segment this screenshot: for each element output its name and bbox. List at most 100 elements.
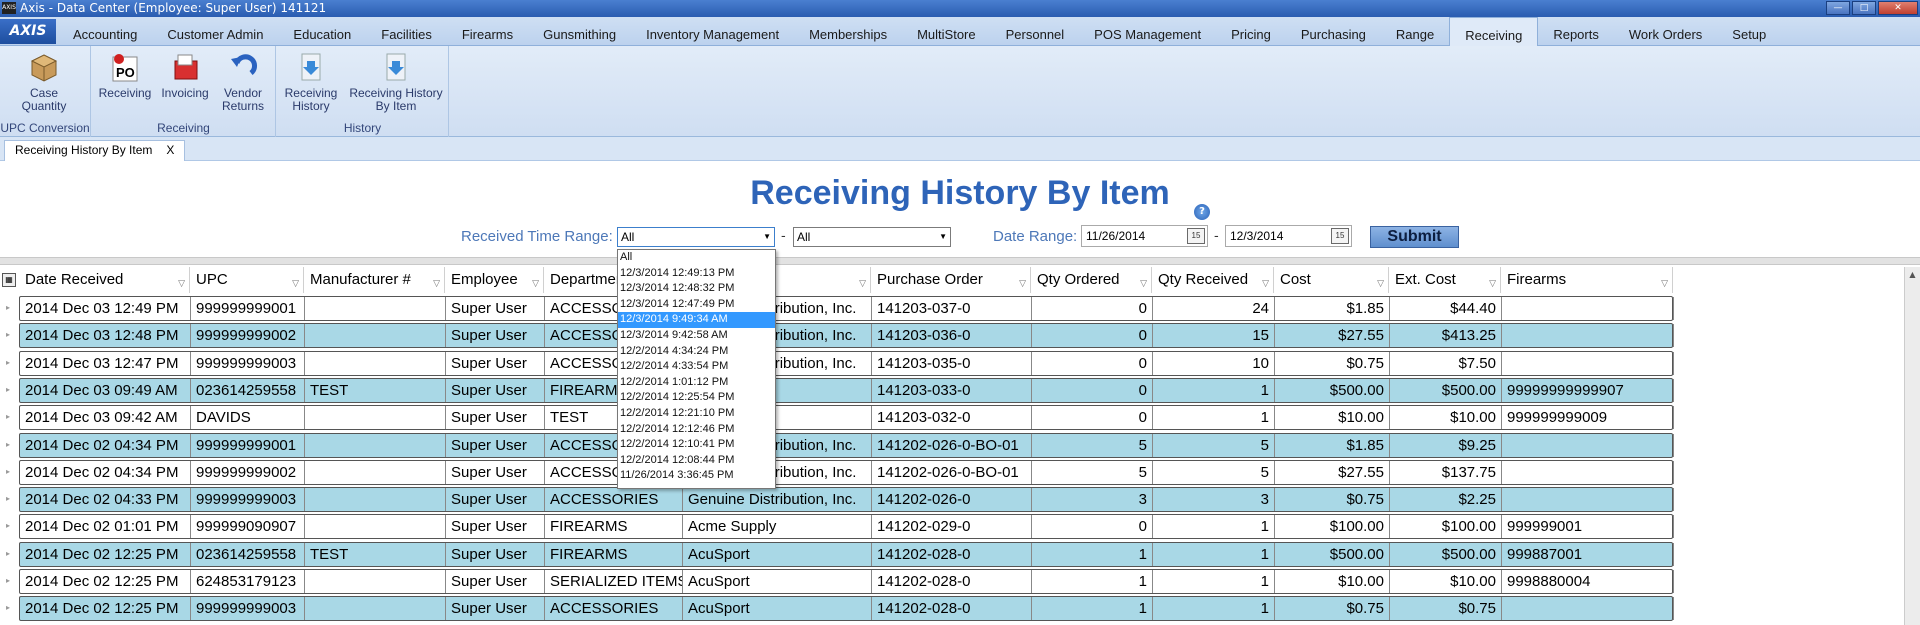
invoicing-button[interactable]: Invoicing xyxy=(156,51,214,100)
menu-gunsmithing[interactable]: Gunsmithing xyxy=(528,17,631,46)
scroll-up-icon[interactable]: ▲ xyxy=(1905,267,1920,283)
row-indicator-icon[interactable]: ▸ xyxy=(6,440,10,449)
column-header-purchase-order[interactable]: Purchase Order ▽ xyxy=(871,267,1031,293)
column-header-cost[interactable]: Cost ▽ xyxy=(1274,267,1389,293)
table-row[interactable]: 2014 Dec 02 01:01 PM 999999090907 Super Us… xyxy=(19,514,1674,540)
menu-pricing[interactable]: Pricing xyxy=(1216,17,1286,46)
time-range-to-select[interactable]: All ▼ xyxy=(793,227,951,247)
maximize-button[interactable]: □ xyxy=(1852,1,1876,15)
table-row[interactable]: 2014 Dec 02 12:25 PM 624853179123 Super Us… xyxy=(19,569,1674,594)
dropdown-option[interactable]: 12/3/2014 9:42:58 AM xyxy=(618,328,775,344)
menu-customer-admin[interactable]: Customer Admin xyxy=(152,17,278,46)
dropdown-option[interactable]: 12/3/2014 12:48:32 PM xyxy=(618,281,775,297)
menu-memberships[interactable]: Memberships xyxy=(794,17,902,46)
column-header-date-received[interactable]: Date Received ▽ xyxy=(19,267,190,293)
filter-icon[interactable]: ▽ xyxy=(1489,270,1496,296)
dropdown-option[interactable]: 12/3/2014 9:49:34 AM xyxy=(618,312,775,328)
menu-accounting[interactable]: Accounting xyxy=(58,17,152,46)
column-header-upc[interactable]: UPC ▽ xyxy=(190,267,304,293)
dropdown-option[interactable]: 12/2/2014 12:25:54 PM xyxy=(618,390,775,406)
date-to-field[interactable]: 12/3/2014 15 xyxy=(1225,225,1352,247)
menu-receiving[interactable]: Receiving xyxy=(1449,17,1539,47)
help-icon[interactable]: ? xyxy=(1194,204,1210,220)
tab-receiving-history-by-item[interactable]: Receiving History By Item X xyxy=(4,140,186,161)
filter-icon[interactable]: ▽ xyxy=(292,270,299,296)
menu-multistore[interactable]: MultiStore xyxy=(902,17,991,46)
dropdown-option[interactable]: 12/2/2014 12:10:41 PM xyxy=(618,437,775,453)
row-indicator-icon[interactable]: ▸ xyxy=(6,603,10,612)
row-indicator-icon[interactable]: ▸ xyxy=(6,549,10,558)
receiving-history-button[interactable]: Receiving History xyxy=(279,51,343,113)
row-indicator-icon[interactable]: ▸ xyxy=(6,303,10,312)
menu-facilities[interactable]: Facilities xyxy=(366,17,447,46)
minimize-button[interactable]: — xyxy=(1826,1,1850,15)
case-quantity-button[interactable]: Case Quantity xyxy=(4,51,84,113)
filter-icon[interactable]: ▽ xyxy=(178,270,185,296)
table-row[interactable]: 2014 Dec 03 09:49 AM 023614259558 TEST Supe… xyxy=(19,377,1674,403)
dropdown-option[interactable]: 12/2/2014 1:01:12 PM xyxy=(618,375,775,391)
tab-close-button[interactable]: X xyxy=(166,143,174,157)
close-button[interactable]: ✕ xyxy=(1878,1,1918,15)
date-from-field[interactable]: 11/26/2014 15 xyxy=(1081,225,1208,247)
submit-button[interactable]: Submit xyxy=(1370,226,1459,248)
filter-icon[interactable]: ▽ xyxy=(1019,270,1026,296)
menu-education[interactable]: Education xyxy=(278,17,366,46)
column-header-qty-ordered[interactable]: Qty Ordered ▽ xyxy=(1031,267,1152,293)
column-header-employee[interactable]: Employee ▽ xyxy=(445,267,544,293)
filter-icon[interactable]: ▽ xyxy=(1661,270,1668,296)
filter-icon[interactable]: ▽ xyxy=(859,270,866,296)
filter-icon[interactable]: ▽ xyxy=(433,270,440,296)
table-row[interactable]: 2014 Dec 03 09:42 AM DAVIDS Super User TEST… xyxy=(19,405,1674,431)
receiving-history-by-item-button[interactable]: Receiving History By Item xyxy=(347,51,445,113)
filter-icon[interactable]: ▽ xyxy=(1140,270,1147,296)
splitter[interactable] xyxy=(0,257,1920,265)
menu-personnel[interactable]: Personnel xyxy=(991,17,1080,46)
filter-icon[interactable]: ▽ xyxy=(532,270,539,296)
menu-firearms[interactable]: Firearms xyxy=(447,17,528,46)
table-row[interactable]: 2014 Dec 02 12:25 PM 023614259558 TEST Supe… xyxy=(19,541,1674,567)
table-row[interactable]: 2014 Dec 03 12:49 PM 999999999001 Super Us… xyxy=(19,296,1674,321)
menu-range[interactable]: Range xyxy=(1381,17,1449,46)
menu-purchasing[interactable]: Purchasing xyxy=(1286,17,1381,46)
menu-inventory-management[interactable]: Inventory Management xyxy=(631,17,794,46)
table-row[interactable]: 2014 Dec 02 04:34 PM 999999999002 Super Us… xyxy=(19,459,1674,485)
time-range-from-select[interactable]: All ▼ xyxy=(617,227,775,247)
filter-icon[interactable]: ▽ xyxy=(1377,270,1384,296)
calendar-icon[interactable]: 15 xyxy=(1187,228,1205,244)
dropdown-option[interactable]: All xyxy=(618,250,775,266)
receiving-button[interactable]: PO Receiving xyxy=(96,51,154,100)
vertical-scrollbar[interactable]: ▲ xyxy=(1904,267,1920,625)
dropdown-option[interactable]: 12/3/2014 12:47:49 PM xyxy=(618,297,775,313)
dropdown-option[interactable]: 12/2/2014 4:33:54 PM xyxy=(618,359,775,375)
dropdown-option[interactable]: 12/2/2014 12:12:46 PM xyxy=(618,422,775,438)
dropdown-option[interactable]: 12/2/2014 12:08:44 PM xyxy=(618,453,775,469)
calendar-icon[interactable]: 15 xyxy=(1331,228,1349,244)
column-header-firearms[interactable]: Firearms ▽ xyxy=(1501,267,1673,293)
menu-work-orders[interactable]: Work Orders xyxy=(1614,17,1717,46)
column-header-manufacturer[interactable]: Manufacturer # ▽ xyxy=(304,267,445,293)
dropdown-option[interactable]: 11/26/2014 3:36:45 PM xyxy=(618,468,775,484)
table-row[interactable]: 2014 Dec 03 12:47 PM 999999999003 Super Us… xyxy=(19,350,1674,376)
dropdown-option[interactable]: 12/2/2014 12:21:10 PM xyxy=(618,406,775,422)
row-indicator-icon[interactable]: ▸ xyxy=(6,467,10,476)
axis-logo[interactable]: AXIS xyxy=(0,19,56,44)
table-row[interactable]: 2014 Dec 02 12:25 PM 999999999003 Super Us… xyxy=(19,596,1674,622)
menu-reports[interactable]: Reports xyxy=(1538,17,1614,46)
vendor-returns-button[interactable]: Vendor Returns xyxy=(214,51,272,113)
table-row[interactable]: 2014 Dec 02 04:34 PM 999999999001 Super Us… xyxy=(19,432,1674,458)
table-row[interactable]: 2014 Dec 03 12:48 PM 999999999002 Super Us… xyxy=(19,323,1674,349)
row-indicator-icon[interactable]: ▸ xyxy=(6,521,10,530)
row-indicator-icon[interactable]: ▸ xyxy=(6,494,10,503)
row-indicator-icon[interactable]: ▸ xyxy=(6,576,10,585)
column-header-qty-received[interactable]: Qty Received ▽ xyxy=(1152,267,1274,293)
dropdown-option[interactable]: 12/3/2014 12:49:13 PM xyxy=(618,266,775,282)
menu-setup[interactable]: Setup xyxy=(1717,17,1781,46)
row-indicator-icon[interactable]: ▸ xyxy=(6,412,10,421)
row-indicator-icon[interactable]: ▸ xyxy=(6,385,10,394)
dropdown-option[interactable]: 12/2/2014 4:34:24 PM xyxy=(618,344,775,360)
column-header-ext-cost[interactable]: Ext. Cost ▽ xyxy=(1389,267,1501,293)
row-indicator-icon[interactable]: ▸ xyxy=(6,330,10,339)
menu-pos-management[interactable]: POS Management xyxy=(1079,17,1216,46)
row-indicator-icon[interactable]: ▸ xyxy=(6,358,10,367)
filter-icon[interactable]: ▽ xyxy=(1262,270,1269,296)
